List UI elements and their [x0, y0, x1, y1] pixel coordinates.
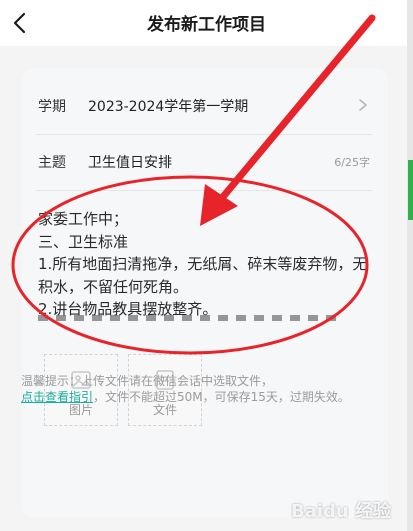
subject-input[interactable]: 卫生值日安排	[88, 152, 172, 172]
subject-label: 主题	[38, 155, 66, 171]
watermark-logo: Baidu 经验	[281, 495, 401, 523]
page-title: 发布新工作项目	[147, 15, 266, 35]
content-textarea[interactable]: 家委工作中； 三、卫生标准 1.所有地面扫清拖净，无纸屑、碎末等废弃物，无积水，…	[38, 208, 368, 328]
char-count: 6/25字	[334, 156, 370, 169]
chevron-right-icon	[359, 99, 367, 111]
tip-line1: 温馨提示：上传文件请在微信会话中选取文件，	[21, 374, 274, 388]
subject-row[interactable]: 主题 卫生值日安排 6/25字	[36, 134, 372, 191]
form-panel: 学期 2023-2024学年第一学期 主题 卫生值日安排 6/25字 家委工作中…	[22, 68, 388, 518]
content-overflow-line	[38, 315, 338, 321]
tip-text: 温馨提示：上传文件请在微信会话中选取文件， 点击查看指引，文件不能超过50M，可…	[21, 373, 351, 405]
tip-line2: ，文件不能超过50M，可保存15天，过期失效。	[93, 390, 350, 404]
term-label: 学期	[38, 99, 66, 115]
right-edge-strip	[407, 0, 413, 531]
term-row[interactable]: 学期 2023-2024学年第一学期	[36, 78, 372, 135]
watermark-text: Baidu 经验	[291, 501, 392, 522]
header-bar: 发布新工作项目	[0, 0, 413, 46]
term-value: 2023-2024学年第一学期	[88, 99, 249, 115]
guide-link[interactable]: 点击查看指引	[21, 390, 93, 404]
